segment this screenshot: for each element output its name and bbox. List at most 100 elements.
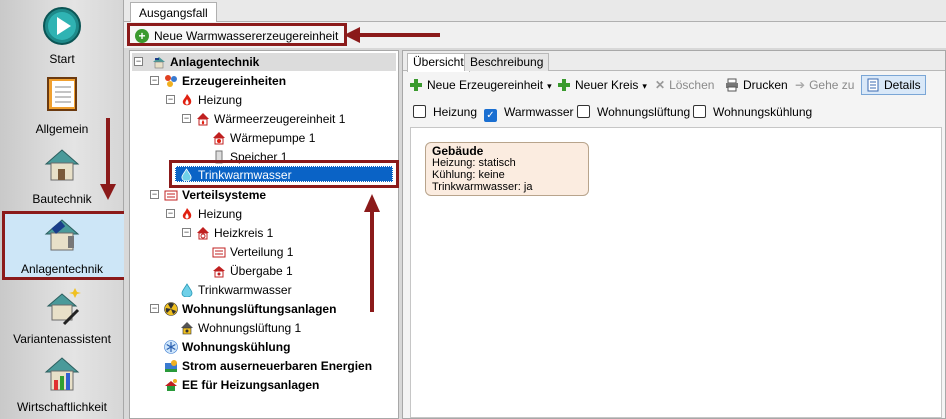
tab-ausgangsfall[interactable]: Ausgangsfall	[130, 2, 217, 22]
filter-heizung[interactable]: Heizung	[413, 104, 477, 120]
tree-label-trinkwarmwasser-selected: Trinkwarmwasser	[198, 168, 292, 182]
tree-node-verteilung[interactable]: Verteilung 1	[212, 243, 293, 261]
goto-label: Gehe zu	[809, 78, 855, 92]
distribution-icon	[164, 190, 178, 201]
new-circuit-button[interactable]: Neuer Kreis ▾	[557, 76, 647, 94]
overview-canvas: Gebäude Heizung: statisch Kühlung: keine…	[410, 127, 942, 418]
plus-icon	[410, 79, 422, 91]
tree-label-strom: Strom auserneuerbaren Energien	[182, 359, 373, 373]
details-button[interactable]: Details	[861, 75, 926, 95]
checkbox-warmwasser[interactable]: ✓	[484, 109, 497, 122]
left-navigation: Start Allgemein Bautechnik Anlagentechni…	[0, 0, 128, 419]
collapse-icon[interactable]: −	[150, 304, 159, 313]
collapse-icon[interactable]: −	[134, 57, 143, 66]
delete-button[interactable]: ✕ Löschen	[655, 76, 714, 94]
building-card[interactable]: Gebäude Heizung: statisch Kühlung: keine…	[425, 142, 589, 196]
new-generator-button[interactable]: Neue Erzeugereinheit ▾	[409, 76, 552, 94]
collapse-icon[interactable]: −	[182, 228, 191, 237]
tree-node-trinkwarmwasser-selected[interactable]: Trinkwarmwasser	[175, 166, 393, 182]
tab-uebersicht[interactable]: Übersicht	[407, 53, 470, 72]
house-solar-icon	[153, 57, 165, 69]
tree-node-erzeugereinheiten[interactable]: Erzeugereinheiten	[164, 72, 286, 90]
plus-icon: +	[135, 29, 149, 43]
tree-node-waermeerzeugereinheit[interactable]: Wärmeerzeugereinheit 1	[196, 110, 345, 128]
print-button[interactable]: Drucken	[725, 76, 788, 94]
building-card-hot-water: Trinkwarmwasser: ja	[432, 181, 533, 193]
details-icon	[867, 78, 879, 92]
tree-label-wohnungslueftungsanlagen: Wohnungslüftungsanlagen	[182, 302, 337, 316]
tree-label-wohnungslueftung: Wohnungslüftung 1	[198, 321, 302, 335]
tree-node-heizung[interactable]: Heizung	[180, 91, 242, 109]
tree-node-verteilsysteme[interactable]: Verteilsysteme	[164, 186, 266, 204]
renewable-power-icon	[165, 360, 177, 372]
tree-node-verteil-heizung[interactable]: Heizung	[180, 205, 242, 223]
collapse-icon[interactable]: −	[150, 76, 159, 85]
tree-node-anlagentechnik[interactable]: Anlagentechnik	[152, 53, 259, 71]
new-hot-water-unit-button[interactable]: + Neue Warmwassererzeugereinheit	[127, 23, 348, 46]
radiator-icon	[212, 247, 226, 258]
tree-node-strom[interactable]: Strom auserneuerbaren Energien	[164, 357, 372, 375]
tree-node-uebergabe[interactable]: Übergabe 1	[212, 262, 293, 280]
checkbox-wohnungskuehlung[interactable]	[693, 105, 706, 118]
filter-checkboxes: Heizung ✓ Warmwasser Wohnungslüftung Wohn…	[403, 101, 945, 123]
new-circuit-label: Neuer Kreis	[575, 78, 639, 92]
checkbox-wohnungslueftung[interactable]	[577, 105, 590, 118]
house-icon	[44, 149, 80, 181]
tree-label-heizung: Heizung	[198, 93, 243, 107]
goto-button[interactable]: ➔ Gehe zu	[795, 76, 854, 94]
tree-node-heizkreis[interactable]: Heizkreis 1	[196, 224, 273, 242]
details-label: Details	[884, 78, 921, 92]
tree-label-erzeugereinheiten: Erzeugereinheiten	[182, 74, 287, 88]
nav-item-allgemein[interactable]: Allgemein	[0, 72, 124, 138]
new-generator-label: Neue Erzeugereinheit	[427, 78, 544, 92]
filter-wohnungskuehlung[interactable]: Wohnungskühlung	[693, 104, 812, 120]
tree-label-verteilsysteme: Verteilsysteme	[182, 188, 267, 202]
tree-label-verteil-trinkwarmwasser: Trinkwarmwasser	[198, 283, 292, 297]
collapse-icon[interactable]: −	[166, 95, 175, 104]
tree-node-ee[interactable]: EE für Heizungsanlagen	[164, 376, 319, 394]
nav-label-anlagentechnik: Anlagentechnik	[20, 262, 104, 276]
generators-icon	[165, 75, 177, 87]
tree-label-waermepumpe: Wärmepumpe 1	[230, 131, 316, 145]
renewable-heating-icon	[165, 379, 177, 391]
tree-label-wohnungskuehlung: Wohnungskühlung	[182, 340, 291, 354]
collapse-icon[interactable]: −	[150, 190, 159, 199]
nav-item-bautechnik[interactable]: Bautechnik	[0, 142, 124, 208]
house-solar-icon	[44, 219, 80, 251]
dropdown-arrow-icon: ▾	[642, 81, 647, 91]
printer-icon	[726, 78, 738, 92]
checkbox-heizung[interactable]	[413, 105, 426, 118]
fan-icon	[164, 302, 178, 316]
nav-label-variantenassistent: Variantenassistent	[13, 332, 111, 346]
nav-label-bautechnik: Bautechnik	[32, 192, 92, 206]
nav-item-start[interactable]: Start	[0, 4, 124, 70]
tree-label-verteil-heizung: Heizung	[198, 207, 243, 221]
chart-house-icon	[44, 357, 80, 391]
notebook-icon	[47, 77, 77, 111]
heat-pump-icon	[213, 132, 225, 145]
heating-circuit-icon	[197, 227, 209, 240]
nav-item-wirtschaftlichkeit[interactable]: Wirtschaftlichkeit	[0, 352, 124, 418]
collapse-icon[interactable]: −	[166, 209, 175, 218]
filter-warmwasser[interactable]: ✓ Warmwasser	[484, 104, 574, 122]
content-panel: Übersicht Beschreibung Neue Erzeugereinh…	[402, 50, 946, 419]
filter-label-wohnungslueftung: Wohnungslüftung	[597, 105, 691, 119]
filter-label-wohnungskuehlung: Wohnungskühlung	[713, 105, 813, 119]
content-tabs: Übersicht Beschreibung	[403, 51, 945, 72]
tab-beschreibung[interactable]: Beschreibung	[464, 53, 550, 71]
flame-icon	[182, 208, 192, 220]
tree-node-verteil-trinkwarmwasser[interactable]: Trinkwarmwasser	[180, 281, 292, 299]
nav-item-variantenassistent[interactable]: Variantenassistent	[0, 284, 124, 350]
nav-item-anlagentechnik[interactable]: Anlagentechnik	[0, 212, 124, 278]
tree-node-wohnungslueftungsanlagen[interactable]: Wohnungslüftungsanlagen	[164, 300, 336, 318]
delete-label: Löschen	[669, 78, 715, 92]
tree-label-uebergabe: Übergabe 1	[230, 264, 293, 278]
transfer-icon	[213, 266, 225, 278]
tree-node-waermepumpe[interactable]: Wärmepumpe 1	[212, 129, 315, 147]
tree-node-wohnungslueftung[interactable]: Wohnungslüftung 1	[180, 319, 301, 337]
tree-node-wohnungskuehlung[interactable]: Wohnungskühlung	[164, 338, 290, 356]
filter-wohnungslueftung[interactable]: Wohnungslüftung	[577, 104, 690, 120]
collapse-icon[interactable]: −	[182, 114, 191, 123]
nav-label-start: Start	[49, 52, 75, 66]
system-tree: − Anlagentechnik − Erzeugereinheiten − H…	[129, 50, 399, 419]
